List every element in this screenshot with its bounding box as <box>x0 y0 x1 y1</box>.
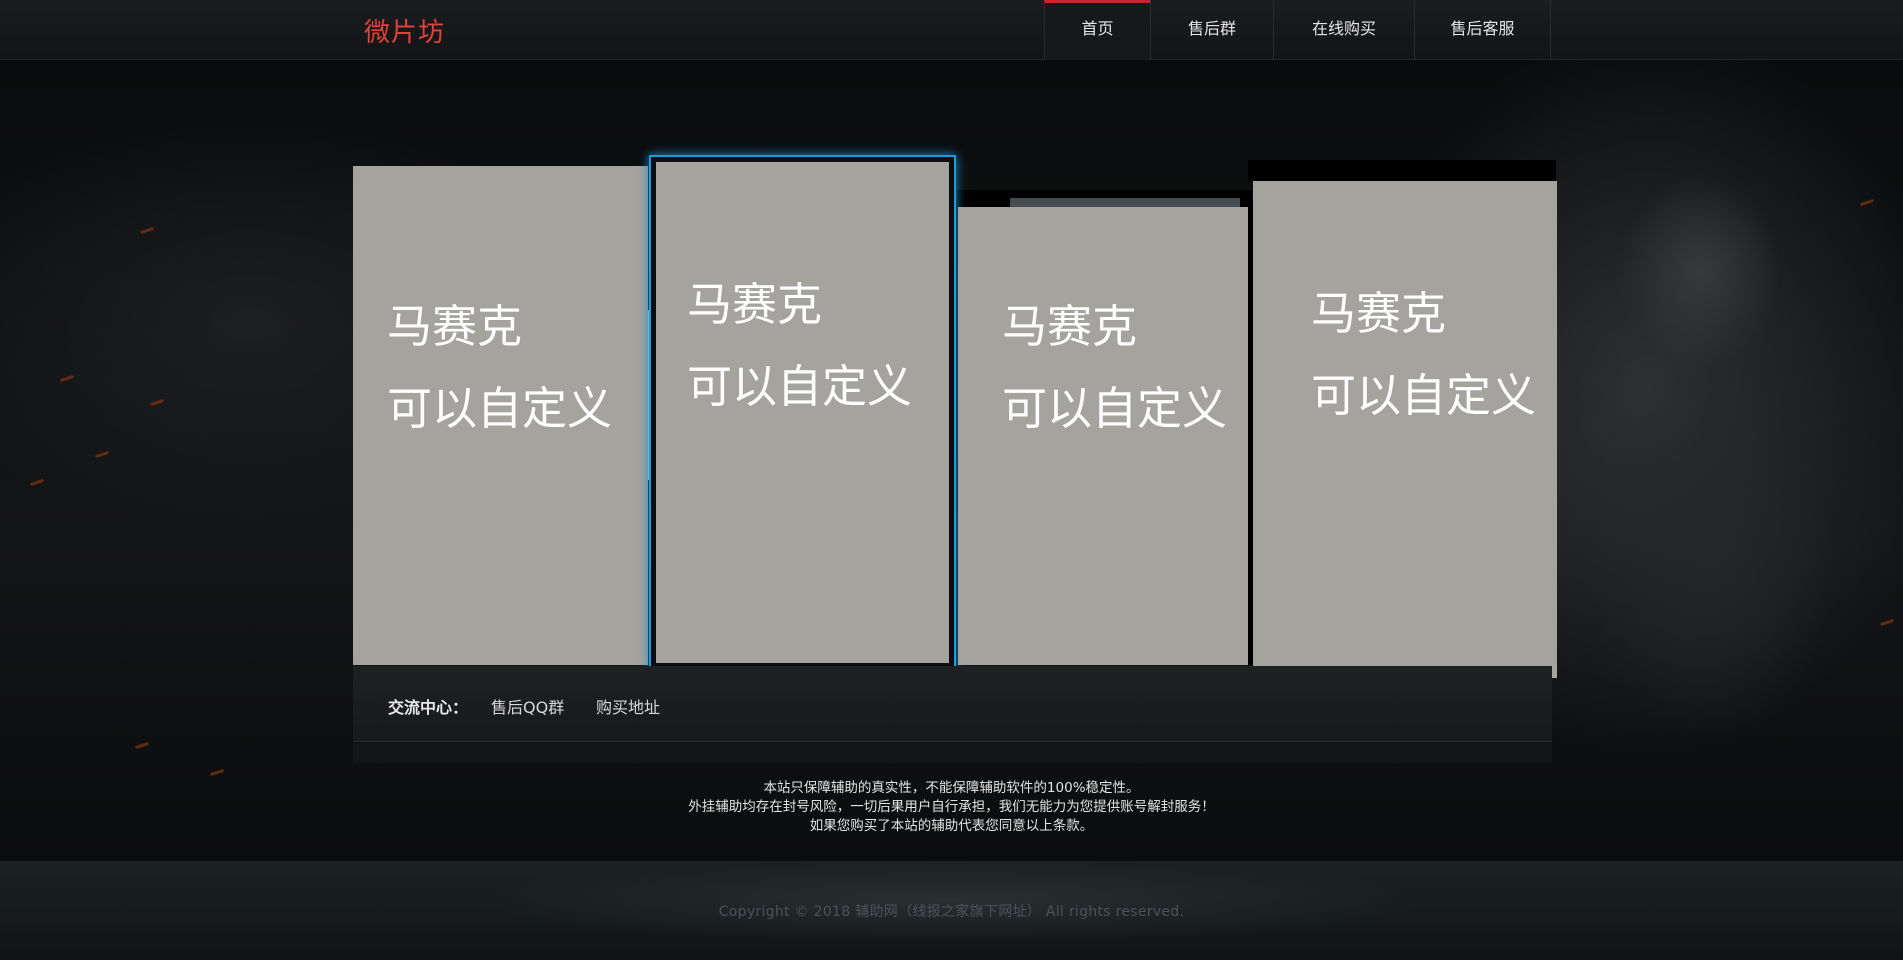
card-subtitle: 可以自定义 <box>687 360 913 413</box>
disclaimer-line: 如果您购买了本站的辅助代表您同意以上条款。 <box>809 818 1094 834</box>
card-title: 马赛克 <box>387 300 523 353</box>
nav-item-buy-online[interactable]: 在线购买 <box>1273 0 1414 60</box>
site-logo[interactable]: 微片坊 <box>364 12 445 49</box>
ember-decoration <box>94 450 110 459</box>
carousel-card[interactable]: 马赛克 可以自定义 <box>1253 181 1557 678</box>
ember-decoration <box>139 226 155 235</box>
disclaimer-line: 本站只保障辅助的真实性，不能保障辅助软件的100%稳定性。 <box>763 780 1140 796</box>
disclaimer-text: 本站只保障辅助的真实性，不能保障辅助软件的100%稳定性。 外挂辅助均存在封号风… <box>0 779 1903 836</box>
soldier-silhouette-image <box>1540 131 1900 851</box>
copyright-text: Copyright © 2018 辅助网（线报之家旗下网址） All right… <box>718 904 1185 920</box>
ember-decoration <box>59 374 75 383</box>
card-subtitle: 可以自定义 <box>1311 369 1537 422</box>
exchange-center-bar: 交流中心： 售后QQ群 购买地址 <box>353 666 1552 742</box>
footer: Copyright © 2018 辅助网（线报之家旗下网址） All right… <box>0 861 1903 960</box>
exchange-bar-bottom <box>353 743 1552 763</box>
after-sales-qq-group-link[interactable]: 售后QQ群 <box>491 694 564 718</box>
carousel-card-selected[interactable]: 马赛克 可以自定义 <box>649 155 956 670</box>
ember-decoration <box>29 478 45 487</box>
card-body: 马赛克 可以自定义 <box>656 162 949 663</box>
nav-item-home[interactable]: 首页 <box>1044 0 1150 60</box>
slide-edge-image <box>1248 160 1556 182</box>
exchange-center-label: 交流中心： <box>388 698 469 717</box>
main-nav: 首页 售后群 在线购买 售后客服 <box>1044 0 1551 60</box>
card-title: 马赛克 <box>687 278 823 331</box>
carousel-card[interactable]: 马赛克 可以自定义 <box>353 166 648 665</box>
nav-item-after-sales-group[interactable]: 售后群 <box>1150 0 1273 60</box>
ember-decoration <box>134 741 150 750</box>
purchase-address-link[interactable]: 购买地址 <box>596 694 660 718</box>
carousel-card[interactable]: 马赛克 可以自定义 <box>958 207 1248 665</box>
nav-item-customer-service[interactable]: 售后客服 <box>1414 0 1551 60</box>
card-title: 马赛克 <box>1311 287 1447 340</box>
card-subtitle: 可以自定义 <box>1002 382 1228 435</box>
ember-decoration <box>209 768 225 777</box>
card-title: 马赛克 <box>1002 300 1138 353</box>
ember-decoration <box>149 398 165 407</box>
top-navigation-bar: 微片坊 首页 售后群 在线购买 售后客服 <box>0 0 1903 60</box>
disclaimer-line: 外挂辅助均存在封号风险，一切后果用户自行承担，我们无能力为您提供账号解封服务！ <box>688 799 1215 815</box>
card-subtitle: 可以自定义 <box>387 382 613 435</box>
